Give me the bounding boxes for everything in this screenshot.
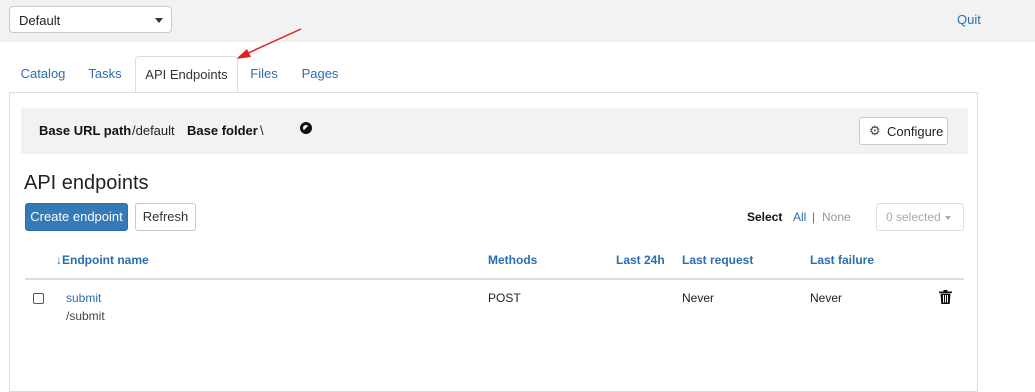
column-header-label: Endpoint name — [62, 253, 149, 267]
quit-link[interactable]: Quit — [957, 12, 981, 27]
select-separator: | — [812, 210, 816, 224]
profile-select[interactable]: Default — [9, 6, 172, 33]
top-bar: Default Quit — [0, 0, 1035, 42]
tab-pages[interactable]: Pages — [297, 56, 343, 92]
select-label: Select — [747, 210, 783, 224]
column-header-last-failure[interactable]: Last failure — [810, 253, 874, 267]
base-folder-label: Base folder — [187, 123, 258, 138]
bulk-action-dropdown[interactable]: 0 selected — [876, 203, 964, 231]
table-header-divider — [25, 278, 964, 280]
caret-down-icon — [945, 216, 951, 220]
configure-label: Configure — [887, 124, 944, 139]
endpoint-methods: POST — [488, 291, 521, 305]
column-header-last-request[interactable]: Last request — [682, 253, 753, 267]
base-url-value: /default — [132, 123, 175, 138]
tab-tasks[interactable]: Tasks — [80, 56, 130, 92]
gear-icon: ⚙ — [869, 123, 881, 138]
tab-catalog[interactable]: Catalog — [9, 56, 77, 92]
tab-api-endpoints[interactable]: API Endpoints — [135, 56, 238, 92]
select-none-link[interactable]: None — [822, 210, 851, 224]
base-url-label: Base URL path — [39, 123, 132, 138]
create-endpoint-button[interactable]: Create endpoint — [25, 203, 128, 231]
page-title: API endpoints — [24, 172, 149, 194]
endpoint-info-bar: Base URL path /default Base folder \ — [21, 108, 968, 154]
circle-half-icon[interactable] — [300, 122, 312, 134]
profile-select-value: Default — [19, 13, 61, 28]
base-folder-value: \ — [260, 123, 264, 138]
column-header-last-24h[interactable]: Last 24h — [616, 253, 665, 267]
endpoint-last-failure: Never — [810, 291, 843, 305]
caret-down-icon — [155, 18, 163, 23]
endpoint-path: /submit — [66, 309, 105, 323]
trash-icon[interactable] — [939, 290, 952, 304]
column-header-methods[interactable]: Methods — [488, 253, 537, 267]
refresh-button[interactable]: Refresh — [135, 203, 196, 231]
tab-files[interactable]: Files — [244, 56, 284, 92]
configure-button[interactable]: ⚙ Configure — [859, 117, 948, 145]
select-all-link[interactable]: All — [793, 210, 806, 224]
row-checkbox[interactable] — [33, 293, 44, 304]
column-header-endpoint-name[interactable]: ↓Endpoint name — [56, 253, 149, 267]
endpoint-name-link[interactable]: submit — [66, 291, 101, 305]
selected-count: 0 selected — [886, 210, 941, 224]
endpoint-last-request: Never — [682, 291, 715, 305]
tab-bar: Catalog Tasks API Endpoints Files Pages — [9, 56, 978, 93]
